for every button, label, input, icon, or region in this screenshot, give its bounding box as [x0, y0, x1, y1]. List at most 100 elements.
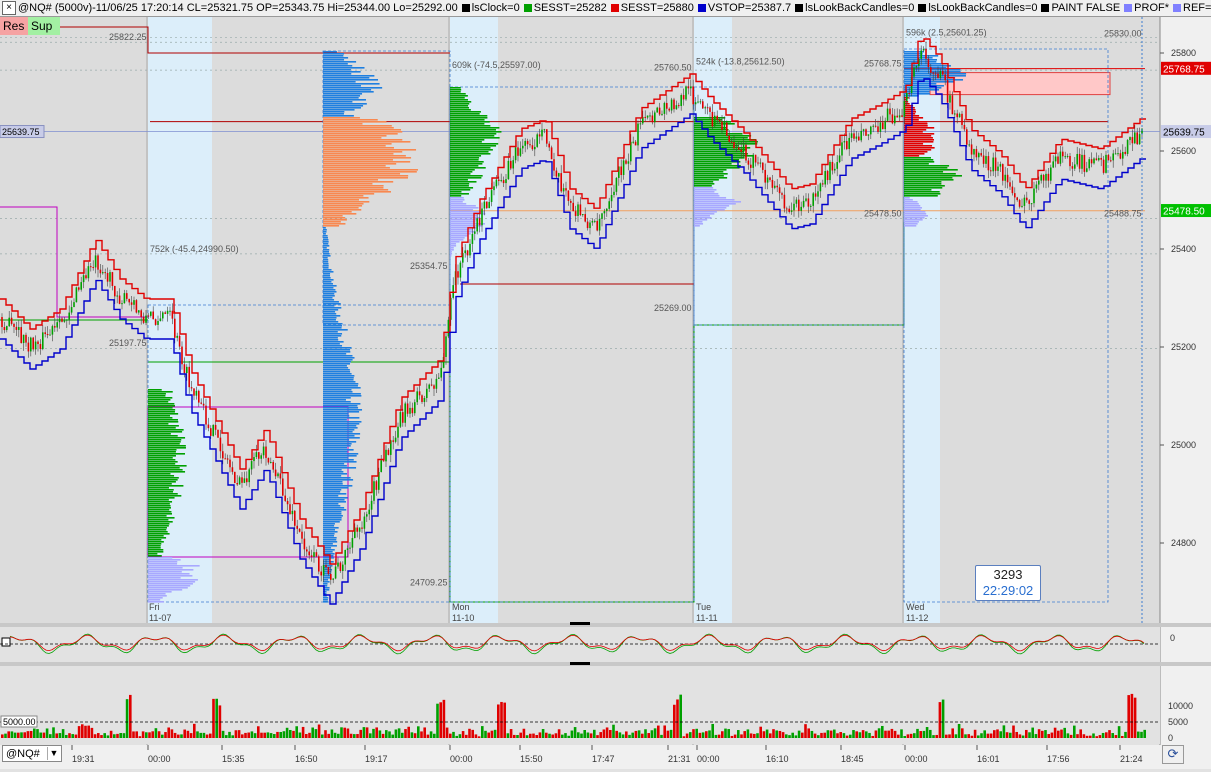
volume-bar	[164, 732, 167, 738]
candle-body	[812, 193, 814, 206]
volume-profile-bar	[148, 479, 178, 481]
chart-status-bar: × @NQ# (5000v)-11/06/25 17:20:14 CL=2532…	[0, 0, 1211, 17]
volume-profile-bar	[148, 523, 170, 525]
volume-profile-bar	[148, 445, 186, 447]
volume-profile-bar	[148, 579, 198, 581]
legend-swatch-vstop	[697, 4, 706, 12]
volume-profile-bar	[904, 63, 942, 65]
candle-body	[426, 388, 428, 399]
price-tick-label: 25800	[1171, 48, 1196, 58]
close-icon[interactable]: ×	[2, 1, 16, 15]
volume-profile-bar	[450, 179, 468, 181]
volume-bar	[1069, 734, 1073, 738]
volume-profile-bar	[450, 247, 454, 249]
candle-body	[601, 213, 603, 219]
volume-profile-bar	[323, 285, 337, 287]
volume-bar	[471, 729, 474, 738]
candle-body	[1054, 156, 1057, 162]
candle-body	[522, 145, 524, 149]
candle-body	[627, 161, 630, 164]
candle-body	[351, 538, 354, 548]
volume-bar	[877, 728, 881, 738]
volume-bar	[487, 732, 490, 738]
candle-body	[231, 467, 234, 472]
volume-profile-bar	[323, 161, 411, 163]
volume-bar	[1012, 725, 1015, 738]
candle-body	[819, 183, 822, 192]
candle-body	[649, 115, 651, 117]
volume-profile-bar	[148, 531, 168, 533]
candle-body	[759, 162, 762, 164]
candle-body	[639, 123, 642, 125]
candle-body	[546, 129, 548, 144]
volume-profile-bar	[323, 549, 335, 551]
panel-divider	[0, 623, 1211, 627]
candle-body	[1045, 173, 1047, 181]
volume-profile-bar	[323, 389, 352, 391]
candle-body	[510, 160, 512, 169]
volume-bar	[705, 731, 708, 738]
volume-bar	[1092, 733, 1095, 738]
res-button[interactable]: Res	[0, 17, 30, 35]
volume-profile-bar	[323, 141, 411, 143]
volume-bar	[628, 734, 631, 738]
sup-button[interactable]: Sup	[28, 17, 60, 35]
volume-bar	[58, 733, 62, 738]
volume-profile-bar	[323, 83, 380, 85]
volume-bar	[420, 731, 423, 738]
volume-profile-bar	[323, 523, 335, 525]
chart-area[interactable]: 25822.25 752k (-45.4,24990.50) 25197.75 609…	[0, 17, 1211, 769]
refresh-icon[interactable]: ⟳	[1162, 745, 1184, 764]
volume-bar	[1079, 729, 1082, 738]
candle-body	[517, 147, 519, 156]
volume-profile-bar	[694, 119, 723, 121]
candle-body	[997, 166, 999, 171]
volume-bar	[68, 733, 71, 738]
candle-body	[560, 173, 562, 192]
volume-profile-bar	[904, 111, 916, 113]
volume-profile-bar	[323, 533, 335, 535]
volume-bar	[1101, 732, 1105, 738]
volume-profile-bar	[323, 371, 351, 373]
chevron-down-icon[interactable]: ▼	[47, 747, 60, 760]
volume-profile-bar	[323, 335, 342, 337]
volume-profile-bar	[694, 165, 741, 167]
candle-body	[692, 86, 694, 105]
volume-profile-bar	[904, 215, 928, 217]
price-chart[interactable]: 25822.25 752k (-45.4,24990.50) 25197.75 609…	[0, 17, 1211, 769]
candle-body	[13, 323, 15, 327]
candle-body	[958, 113, 961, 118]
candle-body	[1057, 156, 1059, 164]
volume-profile-bar	[450, 195, 462, 197]
volume-profile-bar	[323, 227, 326, 229]
volume-profile-bar	[323, 147, 394, 149]
volume-bar	[455, 735, 458, 738]
volume-bar	[266, 732, 270, 738]
candle-body	[217, 429, 219, 438]
volume-bar	[125, 699, 129, 738]
candle-body	[320, 571, 322, 576]
candle-body	[673, 99, 675, 110]
candle-body	[10, 317, 13, 324]
volume-bar	[445, 727, 449, 738]
volume-profile-bar	[323, 427, 358, 429]
volume-bar	[109, 730, 113, 738]
candle-body	[1088, 159, 1090, 169]
status-sesst-green: SESST=25282	[533, 1, 607, 14]
candle-body	[78, 287, 80, 290]
candle-body	[922, 48, 925, 51]
symbol-select[interactable]: @NQ# ▼	[2, 745, 62, 762]
volume-profile-bar	[323, 139, 403, 141]
volume-bar	[279, 732, 282, 738]
candle-body	[490, 190, 493, 202]
volume-profile-bar	[323, 215, 343, 217]
volume-bar	[785, 734, 788, 738]
horizontal-scrollbar[interactable]	[1186, 745, 1211, 762]
volume-profile-bar	[323, 85, 361, 87]
volume-profile-bar	[323, 157, 412, 159]
volume-bar	[605, 727, 609, 738]
volume-bar	[970, 735, 974, 738]
candle-body	[15, 326, 18, 330]
volume-profile-bar	[323, 375, 355, 377]
volume-profile-bar	[323, 401, 351, 403]
